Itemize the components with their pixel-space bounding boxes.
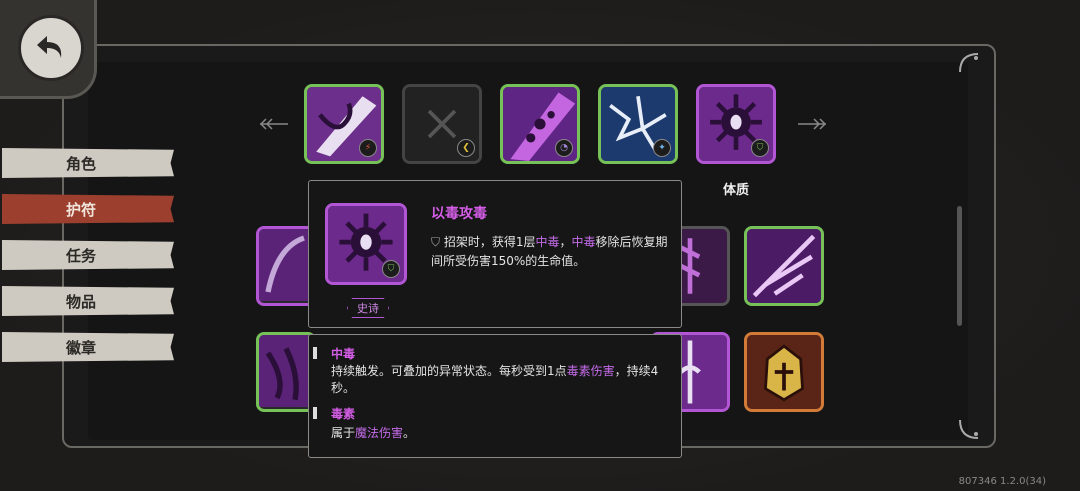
desc-text: ， xyxy=(559,235,572,249)
rarity-badge: 史诗 xyxy=(347,298,389,318)
attribute-slot-strength[interactable]: ⚡ xyxy=(304,84,384,164)
corner-ornament xyxy=(958,418,980,440)
sidebar-item-label: 护符 xyxy=(66,200,97,219)
version-label: 807346 1.2.0(34) xyxy=(958,476,1046,487)
attribute-slot-perception[interactable]: ✦ xyxy=(598,84,678,164)
desc-text: 持续触发。可叠加的异常状态。每秒受到1点 xyxy=(331,364,567,378)
charm-art-icon xyxy=(259,229,313,301)
keyword-title: 中毒 xyxy=(331,347,356,361)
sidebar-item-items[interactable]: 物品 xyxy=(2,286,174,316)
helmet-icon xyxy=(747,335,821,409)
keyword-tooltip: 中毒 持续触发。可叠加的异常状态。每秒受到1点毒素伤害，持续4秒。 毒素 属于魔… xyxy=(308,334,682,458)
charm-title: 以毒攻毒 xyxy=(431,206,487,222)
desc-text: 。 xyxy=(403,426,416,440)
corner-ornament xyxy=(958,52,980,74)
charm-slot[interactable] xyxy=(744,226,824,306)
charm-art-icon xyxy=(747,229,821,303)
attribute-slot-constitution[interactable]: ⛉ xyxy=(696,84,776,164)
charm-tooltip: ⛉ 以毒攻毒 ⛉ 招架时，获得1层中毒，中毒移除后恢复期间所受伤害150%的生命… xyxy=(308,180,682,328)
divider xyxy=(313,407,317,419)
attribute-slot-intellect[interactable]: ◔ xyxy=(500,84,580,164)
charm-slot[interactable] xyxy=(744,332,824,412)
desc-text: 招架时，获得1层 xyxy=(443,235,536,249)
tooltip-charm-icon: ⛉ xyxy=(325,203,407,285)
constitution-icon: ⛉ xyxy=(751,139,769,157)
attribute-label: 体质 xyxy=(722,183,749,198)
parry-icon: ⛉ xyxy=(431,235,444,249)
charm-art-icon xyxy=(259,335,313,407)
keyword-poison: 中毒 xyxy=(571,235,596,249)
agility-icon: ❮ xyxy=(457,139,475,157)
sidebar-item-character[interactable]: 角色 xyxy=(2,148,174,178)
back-arrow-icon xyxy=(18,15,84,81)
keyword-magic-damage: 魔法伤害 xyxy=(355,426,404,440)
sidebar-item-label: 任务 xyxy=(66,246,97,265)
sidebar-item-badges[interactable]: 徽章 xyxy=(2,332,174,362)
charm-slot[interactable] xyxy=(256,332,316,412)
sidebar-item-label: 徽章 xyxy=(66,338,97,357)
sidebar-item-quests[interactable]: 任务 xyxy=(2,240,174,270)
keyword-description: 持续触发。可叠加的异常状态。每秒受到1点毒素伤害，持续4秒。 xyxy=(331,363,671,397)
prev-arrow-icon[interactable] xyxy=(258,117,290,131)
attribute-slot-agility[interactable]: ❮ xyxy=(402,84,482,164)
next-arrow-icon[interactable] xyxy=(796,117,828,131)
perception-icon: ✦ xyxy=(653,139,671,157)
divider xyxy=(313,347,317,359)
charm-description: ⛉ 招架时，获得1层中毒，中毒移除后恢复期间所受伤害150%的生命值。 xyxy=(431,233,671,271)
keyword-description: 属于魔法伤害。 xyxy=(331,425,671,442)
keyword-toxin-damage: 毒素伤害 xyxy=(566,364,615,378)
charm-slot[interactable] xyxy=(256,226,316,306)
back-button[interactable] xyxy=(0,0,97,99)
keyword-poison: 中毒 xyxy=(535,235,560,249)
intellect-icon: ◔ xyxy=(555,139,573,157)
sidebar-item-label: 物品 xyxy=(66,292,97,311)
scrollbar[interactable] xyxy=(957,206,962,326)
desc-text: 属于 xyxy=(331,426,356,440)
keyword-title: 毒素 xyxy=(331,407,356,421)
sidebar-item-label: 角色 xyxy=(66,154,97,173)
sidebar-item-charms[interactable]: 护符 xyxy=(2,194,174,224)
strength-icon: ⚡ xyxy=(359,139,377,157)
shield-icon: ⛉ xyxy=(382,260,400,278)
